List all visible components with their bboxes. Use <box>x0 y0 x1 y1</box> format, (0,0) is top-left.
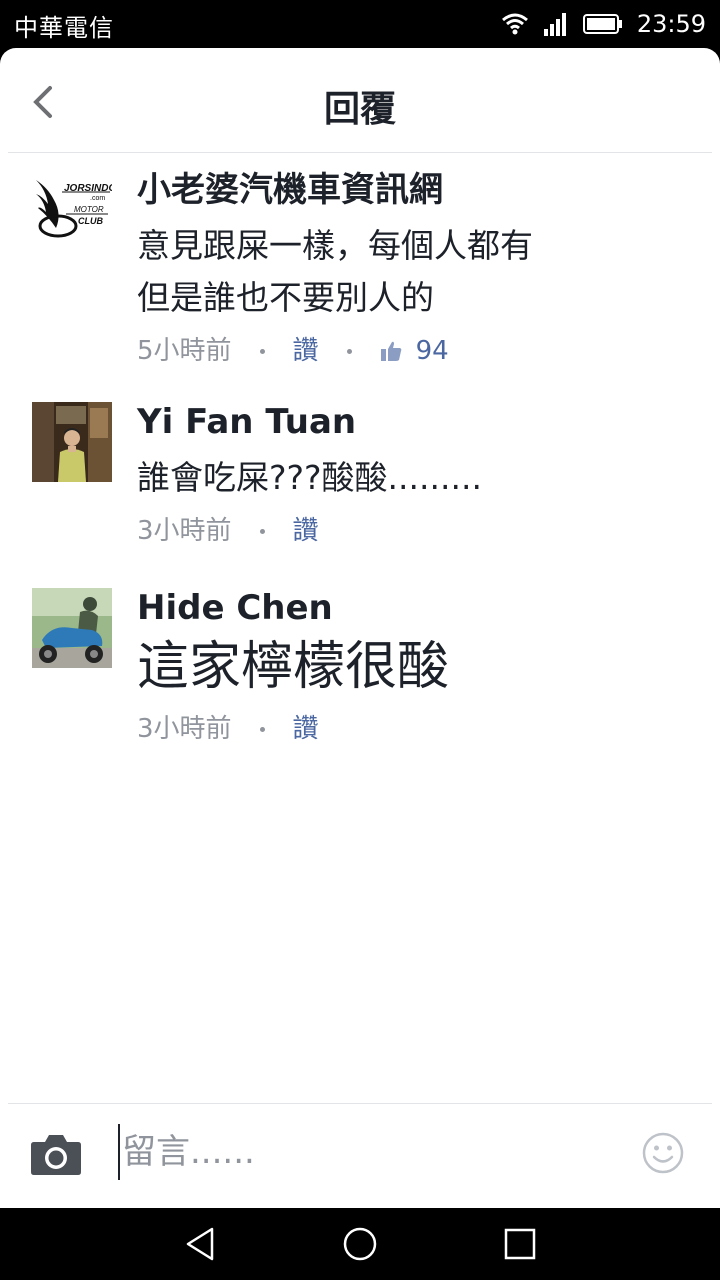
carrier-name: 中華電信 <box>14 14 114 42</box>
svg-text:CLUB: CLUB <box>78 216 103 226</box>
commenter-name[interactable]: Hide Chen <box>137 588 700 628</box>
like-count[interactable]: 94 <box>416 334 449 368</box>
wifi-icon <box>501 13 528 35</box>
commenter-name[interactable]: 小老婆汽機車資訊網 <box>137 170 700 210</box>
separator-dot <box>346 348 352 354</box>
svg-text:MOTOR: MOTOR <box>74 205 104 214</box>
back-triangle-icon[interactable] <box>182 1226 218 1262</box>
comment-time: 3小時前 <box>137 714 232 744</box>
status-bar: 中華電信 23:59 <box>0 0 720 48</box>
comment-input[interactable] <box>122 1124 602 1180</box>
status-icons: 23:59 <box>501 8 706 40</box>
comment-meta: 5小時前 讚 94 <box>137 334 700 368</box>
battery-icon <box>582 14 622 34</box>
comment-composer <box>0 1104 720 1208</box>
page-title: 回覆 <box>323 89 396 130</box>
signal-icon <box>543 13 566 36</box>
header: 回覆 <box>0 48 720 152</box>
replies-panel: 回覆 JORSINDO .com MOTOR CLUB 小老婆汽機車資訊網 意見… <box>0 48 720 1208</box>
comment-text: 誰會吃屎???酸酸......... <box>137 452 700 504</box>
jorsindo-logo-avatar: JORSINDO .com MOTOR CLUB <box>32 170 112 250</box>
system-nav-bar <box>0 1208 720 1280</box>
comment-body: Hide Chen 這家檸檬很酸 3小時前 讚 <box>137 588 700 746</box>
comment-body: Yi Fan Tuan 誰會吃屎???酸酸......... 3小時前 讚 <box>137 402 700 548</box>
comment-text-line: 誰會吃屎???酸酸......... <box>137 458 482 497</box>
thumbs-up-icon <box>380 341 401 361</box>
comment-text-line: 意見跟屎一樣，每個人都有 <box>137 226 533 265</box>
comment-meta: 3小時前 讚 <box>137 712 700 746</box>
avatar[interactable] <box>32 402 112 482</box>
header-divider <box>8 152 712 153</box>
person-photo-avatar <box>32 402 112 482</box>
avatar[interactable] <box>32 588 112 668</box>
separator-dot <box>259 348 265 354</box>
separator-dot <box>259 528 265 534</box>
clock: 23:59 <box>636 10 706 38</box>
comment-text: 這家檸檬很酸 <box>137 632 700 702</box>
recents-square-icon[interactable] <box>502 1226 538 1262</box>
comment-text-line: 這家檸檬很酸 <box>137 637 450 697</box>
comment-meta: 3小時前 讚 <box>137 514 700 548</box>
comment-text: 意見跟屎一樣，每個人都有 但是誰也不要別人的 <box>137 220 700 324</box>
comment-text-line: 但是誰也不要別人的 <box>137 278 434 317</box>
svg-text:.com: .com <box>90 195 105 202</box>
avatar[interactable]: JORSINDO .com MOTOR CLUB <box>32 170 112 250</box>
scooter-rider-avatar <box>32 588 112 668</box>
camera-icon[interactable] <box>30 1132 82 1176</box>
svg-text:JORSINDO: JORSINDO <box>64 183 112 194</box>
like-button[interactable]: 讚 <box>293 334 319 368</box>
comment-time: 3小時前 <box>137 516 232 546</box>
home-circle-icon[interactable] <box>342 1226 378 1262</box>
smiley-icon[interactable] <box>642 1132 684 1174</box>
commenter-name[interactable]: Yi Fan Tuan <box>137 402 700 442</box>
text-caret <box>118 1124 120 1180</box>
comment-time: 5小時前 <box>137 336 232 366</box>
separator-dot <box>259 726 265 732</box>
like-button[interactable]: 讚 <box>293 712 319 746</box>
comment-body: 小老婆汽機車資訊網 意見跟屎一樣，每個人都有 但是誰也不要別人的 5小時前 讚 … <box>137 170 700 368</box>
like-button[interactable]: 讚 <box>293 514 319 548</box>
